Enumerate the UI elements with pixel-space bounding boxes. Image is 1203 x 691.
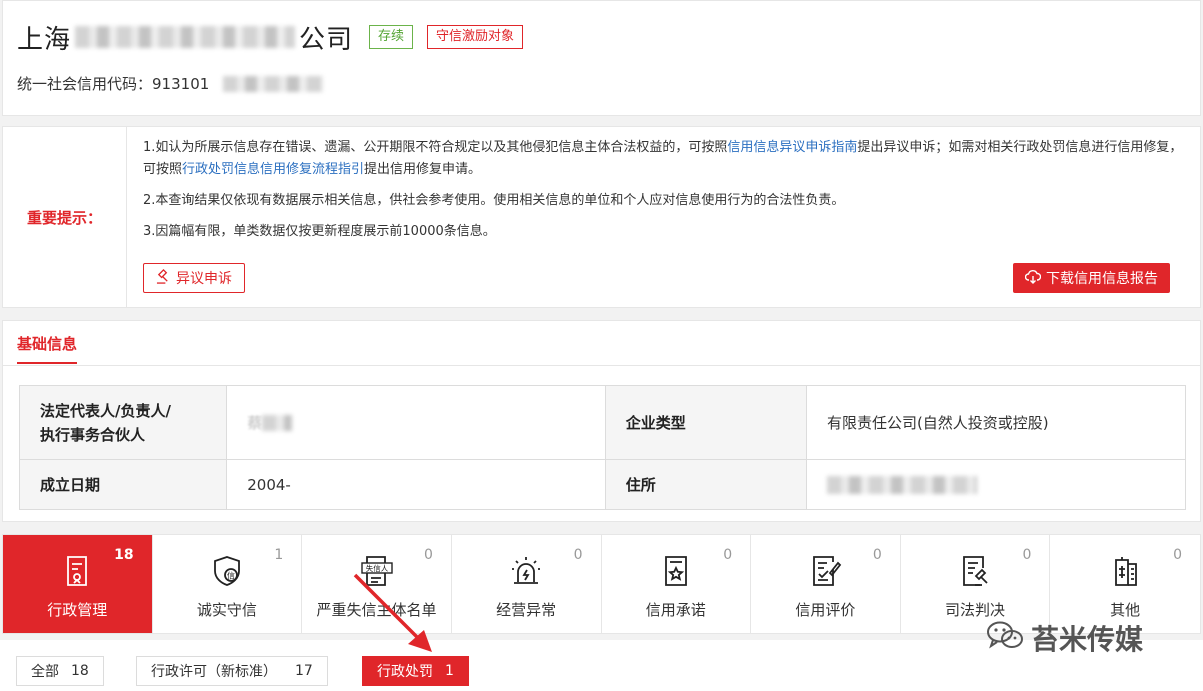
table-row: 法定代表人/负责人/执行事务合伙人 蔡 企业类型 有限责任公司(自然人投资或控股…	[18, 385, 1187, 460]
download-button-label: 下载信用信息报告	[1046, 271, 1158, 287]
svg-text:信: 信	[227, 571, 235, 581]
alarm-icon	[508, 553, 544, 589]
uscc-label: 统一社会信用代码：	[17, 75, 153, 93]
notice-text: 1.如认为所展示信息存在错误、遗漏、公开期限不符合规定以及其他侵犯信息主体合法权…	[143, 140, 728, 155]
tab-count: 18	[114, 547, 134, 563]
gavel-icon	[156, 268, 176, 288]
type-value: 有限责任公司(自然人投资或控股)	[805, 385, 1187, 460]
redacted-rep	[262, 415, 293, 431]
tab-admin-management[interactable]: 18 行政管理	[3, 535, 153, 633]
repair-guide-link[interactable]: 行政处罚信息信用修复流程指引	[182, 162, 364, 177]
date-label: 成立日期	[18, 459, 228, 510]
uscc-value: 913101	[152, 74, 210, 93]
basic-info-section: 基础信息 法定代表人/负责人/执行事务合伙人 蔡 企业类型 有限责任公司(自然人…	[2, 320, 1201, 522]
tab-label: 严重失信主体名单	[316, 601, 437, 619]
legal-rep-text: 蔡	[247, 413, 263, 432]
evaluation-icon	[807, 553, 843, 589]
cloud-download-icon	[1024, 269, 1046, 288]
label-line: 执行事务合伙人	[40, 425, 146, 444]
tab-count: 0	[1022, 547, 1032, 563]
filter-label: 全部	[31, 664, 59, 680]
address-label: 住所	[604, 459, 807, 510]
status-badge: 存续	[369, 25, 414, 49]
download-report-button[interactable]: 下载信用信息报告	[1013, 263, 1170, 293]
notice-paragraph-1: 1.如认为所展示信息存在错误、遗漏、公开期限不符合规定以及其他侵犯信息主体合法权…	[143, 137, 1183, 181]
tab-label: 信用承诺	[645, 601, 706, 619]
legal-rep-value: 蔡	[226, 385, 606, 460]
appeal-button-label: 异议申诉	[176, 271, 232, 287]
credit-shield-icon: 信	[209, 553, 245, 589]
tab-label: 诚实守信	[196, 601, 257, 619]
tab-label: 其他	[1110, 601, 1141, 619]
tab-honest-credit[interactable]: 1 信 诚实守信	[153, 535, 303, 633]
tab-count: 0	[423, 547, 433, 563]
important-notice: 重要提示： 1.如认为所展示信息存在错误、遗漏、公开期限不符合规定以及其他侵犯信…	[2, 126, 1201, 308]
uscc-row: 统一社会信用代码： 913101	[17, 73, 324, 94]
promise-doc-icon	[658, 553, 694, 589]
tab-label: 经营异常	[496, 601, 557, 619]
notice-body: 1.如认为所展示信息存在错误、遗漏、公开期限不符合规定以及其他侵犯信息主体合法权…	[143, 137, 1183, 252]
dishonest-icon-text: 失信人	[365, 563, 388, 573]
tab-count: 0	[723, 547, 733, 563]
other-doc-icon	[1107, 553, 1143, 589]
filter-label: 行政许可（新标准）	[151, 664, 277, 680]
tab-dishonest-list[interactable]: 0 失信人 严重失信主体名单	[302, 535, 452, 633]
basic-info-table: 法定代表人/负责人/执行事务合伙人 蔡 企业类型 有限责任公司(自然人投资或控股…	[18, 385, 1187, 510]
date-value: 2004-	[226, 459, 606, 510]
tab-credit-promise[interactable]: 0 信用承诺	[602, 535, 752, 633]
filter-count: 17	[295, 663, 313, 679]
notice-paragraph-2: 2.本查询结果仅依现有数据展示相关信息，供社会参考使用。使用相关信息的单位和个人…	[143, 193, 845, 208]
redacted-name	[75, 26, 296, 48]
filter-admin-penalty[interactable]: 行政处罚 1	[362, 656, 469, 686]
wechat-icon	[985, 619, 1031, 658]
company-title-row: 上海 公司 存续 守信激励对象	[17, 19, 524, 56]
redacted-code	[223, 75, 324, 92]
company-name-prefix: 上海	[17, 24, 72, 55]
tab-count: 0	[1173, 547, 1182, 563]
label-line: 法定代表人/负责人/	[40, 401, 171, 420]
appeal-guide-link[interactable]: 信用信息异议申诉指南	[727, 140, 857, 155]
tab-count: 0	[872, 547, 882, 563]
notice-text: 提出信用修复申请。	[364, 162, 482, 177]
tab-count: 0	[573, 547, 583, 563]
type-label: 企业类型	[604, 385, 807, 460]
watermark-text: 苔米传媒	[1031, 623, 1144, 656]
tab-label: 信用评价	[795, 601, 856, 619]
redacted-address	[826, 475, 977, 494]
notice-label: 重要提示：	[3, 127, 127, 307]
address-value	[805, 459, 1187, 510]
divider	[3, 365, 1200, 366]
tab-label: 司法判决	[945, 601, 1006, 619]
filter-all[interactable]: 全部 18	[16, 656, 104, 686]
filter-count: 18	[71, 663, 89, 679]
dishonest-list-icon: 失信人	[359, 553, 395, 589]
legal-rep-label: 法定代表人/负责人/执行事务合伙人	[18, 385, 228, 460]
filter-count: 1	[445, 663, 454, 679]
filter-admin-license[interactable]: 行政许可（新标准） 17	[136, 656, 328, 686]
credit-badge: 守信激励对象	[427, 25, 524, 49]
company-name-suffix: 公司	[299, 24, 354, 55]
tab-label: 行政管理	[47, 601, 108, 619]
tab-credit-evaluation[interactable]: 0 信用评价	[751, 535, 901, 633]
section-title: 基础信息	[17, 333, 78, 364]
appeal-button[interactable]: 异议申诉	[143, 263, 245, 293]
company-header: 上海 公司 存续 守信激励对象 统一社会信用代码： 913101	[2, 0, 1201, 116]
table-row: 成立日期 2004- 住所	[18, 459, 1187, 510]
notice-paragraph-3: 3.因篇幅有限，单类数据仅按更新程度展示前10000条信息。	[143, 224, 496, 239]
filter-label: 行政处罚	[377, 664, 433, 680]
company-name: 上海 公司	[17, 19, 353, 56]
admin-doc-icon	[59, 553, 95, 589]
judgment-icon	[957, 553, 993, 589]
watermark: 苔米传媒	[985, 618, 1143, 658]
tab-abnormal-operation[interactable]: 0 经营异常	[452, 535, 602, 633]
tab-count: 1	[274, 547, 284, 563]
